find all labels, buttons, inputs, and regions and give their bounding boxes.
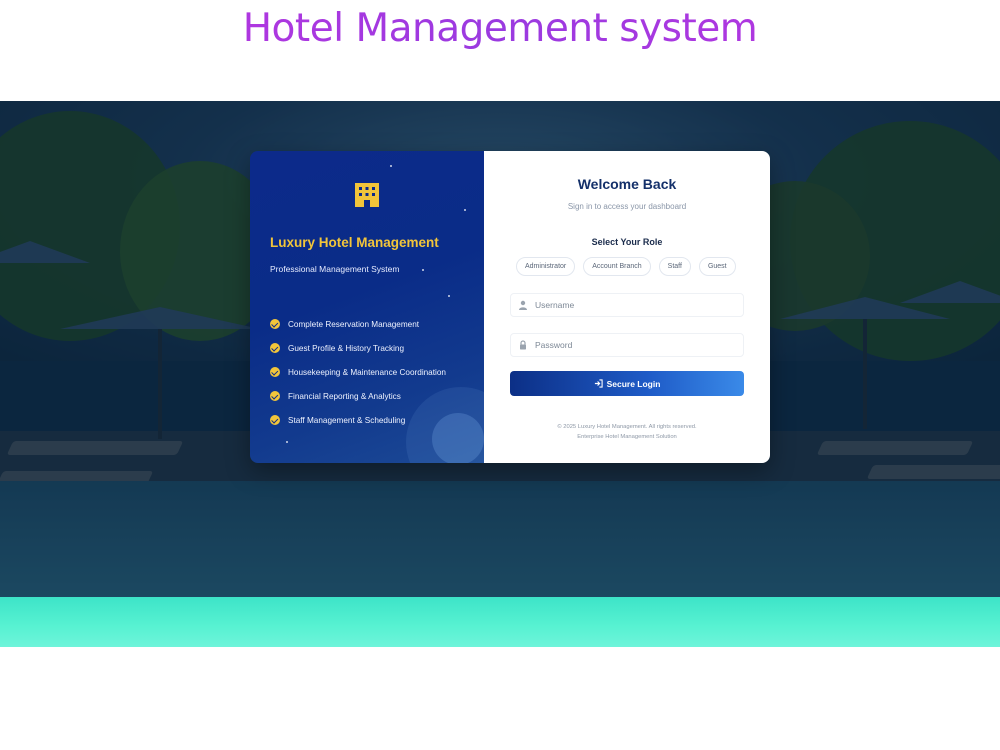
check-circle-icon [270,391,280,401]
brand-subtitle: Professional Management System [270,264,400,274]
check-circle-icon [270,367,280,377]
login-form: Welcome Back Sign in to access your dash… [484,151,770,463]
role-selector: Administrator Account Branch Staff Guest [516,257,744,276]
feature-text: Guest Profile & History Tracking [288,343,405,353]
check-circle-icon [270,343,280,353]
hotel-building-icon [355,183,379,207]
feature-item: Financial Reporting & Analytics [270,384,446,408]
secure-login-button[interactable]: Secure Login [510,371,744,396]
brand-title: Luxury Hotel Management [270,235,439,250]
feature-text: Financial Reporting & Analytics [288,391,401,401]
secure-login-label: Secure Login [606,378,661,389]
footer-copyright: © 2025 Luxury Hotel Management. All righ… [557,424,697,430]
login-card: Luxury Hotel Management Professional Man… [250,151,770,463]
page-heading: Hotel Management system [0,6,1000,51]
user-icon [511,294,535,316]
feature-item: Guest Profile & History Tracking [270,336,446,360]
welcome-title: Welcome Back [577,176,677,192]
footer-tagline: Enterprise Hotel Management Solution [577,434,677,440]
sign-in-icon [594,379,603,388]
username-input[interactable] [535,300,735,310]
feature-text: Complete Reservation Management [288,319,420,329]
brand-panel: Luxury Hotel Management Professional Man… [250,151,516,463]
decorative-dot [422,269,424,271]
feature-text: Staff Management & Scheduling [288,415,406,425]
password-input[interactable] [535,340,735,350]
role-label: Select Your Role [591,237,663,247]
feature-item: Complete Reservation Management [270,312,446,336]
check-circle-icon [270,415,280,425]
decorative-dot [390,165,392,167]
check-circle-icon [270,319,280,329]
decorative-dot [464,209,466,211]
feature-item: Housekeeping & Maintenance Coordination [270,360,446,384]
feature-list: Complete Reservation Management Guest Pr… [270,312,446,432]
background-pool-water [0,597,1000,647]
welcome-subtitle: Sign in to access your dashboard [567,202,687,211]
role-guest-button[interactable]: Guest [698,257,736,276]
feature-text: Housekeeping & Maintenance Coordination [288,367,446,377]
feature-item: Staff Management & Scheduling [270,408,446,432]
password-field [510,333,744,357]
decorative-dot [448,295,450,297]
role-staff-button[interactable]: Staff [658,257,691,276]
role-administrator-button[interactable]: Administrator [516,257,576,276]
lock-icon [511,334,535,356]
decorative-dot [286,441,288,443]
role-account-branch-button[interactable]: Account Branch [583,257,651,276]
username-field [510,293,744,317]
